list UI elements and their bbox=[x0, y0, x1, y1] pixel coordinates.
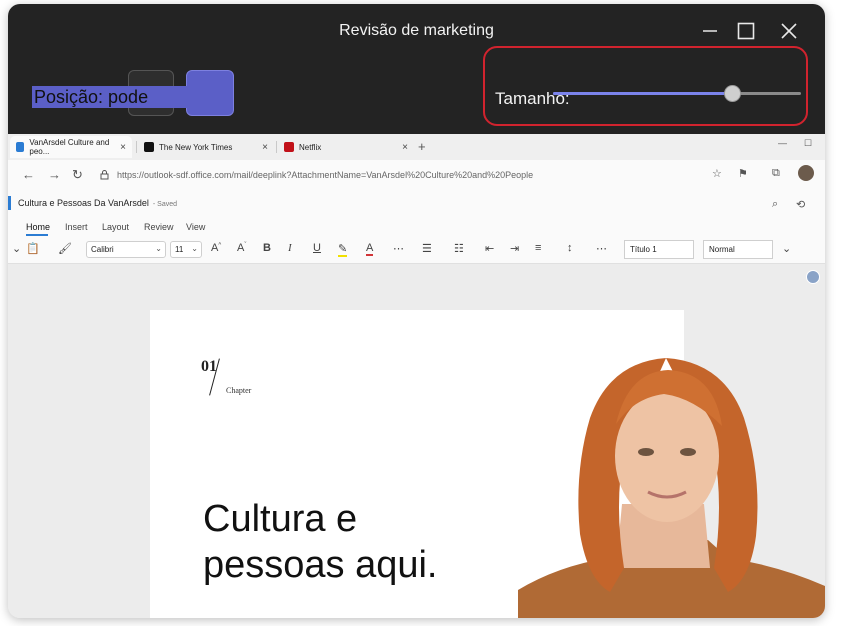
maximize-icon bbox=[737, 22, 755, 40]
tab-close-icon[interactable]: × bbox=[120, 142, 126, 153]
document-title[interactable]: Cultura e Pessoas Da VanArsdel - Saved bbox=[18, 198, 177, 208]
style-heading-1[interactable]: Título 1 bbox=[624, 240, 694, 259]
grow-font-icon[interactable]: A^ bbox=[211, 242, 221, 254]
browser-tab-strip: VanArsdel Culture and peo... × The New Y… bbox=[8, 134, 825, 160]
decrease-indent-icon[interactable]: ⇤ bbox=[485, 242, 494, 255]
font-size-select[interactable]: 11 ⌄ bbox=[170, 241, 202, 258]
tab-label: VanArsdel Culture and peo... bbox=[29, 138, 110, 156]
url-text: https://outlook-sdf.office.com/mail/deep… bbox=[117, 170, 534, 180]
forward-icon[interactable]: → bbox=[48, 167, 61, 182]
collections-icon[interactable]: ⧉ bbox=[772, 167, 780, 180]
undo-icon[interactable]: ⌄ bbox=[12, 242, 21, 255]
tab-label: The New York Times bbox=[159, 142, 233, 152]
headline: Cultura e pessoas aqui. bbox=[203, 496, 438, 588]
browser-minimize-icon[interactable]: — bbox=[778, 138, 787, 148]
browser-tab-netflix[interactable]: Netflix × bbox=[278, 136, 414, 158]
font-family-select[interactable]: Calibri ⌄ bbox=[86, 241, 166, 258]
close-button[interactable] bbox=[771, 16, 807, 46]
save-status: - Saved bbox=[152, 201, 178, 208]
more-options-icon[interactable]: ⋯ bbox=[596, 242, 607, 255]
headline-line-1: Cultura e bbox=[203, 498, 358, 540]
chapter-label: Chapter bbox=[226, 386, 252, 395]
browser-tab-nyt[interactable]: The New York Times × bbox=[138, 136, 274, 158]
tab-label: Netflix bbox=[299, 142, 322, 152]
nyt-logo-icon bbox=[144, 142, 154, 152]
bold-icon[interactable]: B bbox=[263, 242, 271, 254]
size-slider-thumb[interactable] bbox=[723, 85, 741, 102]
word-app-bar: Cultura e Pessoas Da VanArsdel - Saved ⌕ … bbox=[8, 190, 825, 218]
favorite-star-icon[interactable]: ☆ bbox=[712, 167, 722, 180]
maximize-button[interactable] bbox=[728, 16, 764, 46]
shared-browser-view: VanArsdel Culture and peo... × The New Y… bbox=[8, 134, 825, 618]
new-tab-button[interactable]: + bbox=[418, 139, 426, 154]
chevron-down-icon: ⌄ bbox=[155, 244, 162, 253]
tab-layout[interactable]: Layout bbox=[102, 222, 129, 232]
numbering-icon[interactable]: ☷ bbox=[454, 242, 464, 255]
paste-icon[interactable]: 📋 bbox=[26, 242, 40, 255]
format-painter-icon[interactable]: 🖌 bbox=[58, 242, 72, 255]
position-label: Posição: pode bbox=[32, 86, 232, 108]
refresh-icon[interactable]: ↻ bbox=[72, 167, 83, 183]
extensions-icon[interactable]: ⚑ bbox=[738, 167, 748, 180]
tab-home[interactable]: Home bbox=[26, 222, 50, 232]
profile-avatar[interactable] bbox=[798, 165, 814, 181]
minimize-icon bbox=[703, 30, 717, 32]
font-size-value: 11 bbox=[175, 245, 184, 254]
word-brand-marker bbox=[8, 196, 11, 210]
tab-view[interactable]: View bbox=[186, 222, 205, 232]
size-slider[interactable] bbox=[553, 85, 801, 102]
highlight-icon[interactable]: ✎ bbox=[338, 242, 348, 257]
bullets-icon[interactable]: ☰ bbox=[422, 242, 432, 255]
minimize-button[interactable] bbox=[692, 16, 728, 46]
document-title-text: Cultura e Pessoas Da VanArsdel bbox=[18, 198, 149, 208]
url-field[interactable]: https://outlook-sdf.office.com/mail/deep… bbox=[94, 165, 722, 185]
italic-icon[interactable]: I bbox=[288, 242, 292, 254]
back-icon[interactable]: ← bbox=[22, 167, 35, 182]
lock-icon bbox=[100, 170, 109, 180]
browser-tab-vanarsdel[interactable]: VanArsdel Culture and peo... × bbox=[10, 136, 132, 158]
browser-maximize-icon[interactable]: ☐ bbox=[804, 138, 812, 149]
search-icon[interactable]: ⌕ bbox=[772, 198, 778, 211]
styles-chevron-down-icon[interactable]: ⌄ bbox=[782, 242, 791, 255]
history-icon[interactable]: ⟲ bbox=[796, 198, 805, 211]
address-bar: ← → ↻ https://outlook-sdf.office.com/mai… bbox=[8, 160, 825, 190]
formatting-toolbar: ⌄ 📋 🖌 Calibri ⌄ 11 ⌄ A^ Aˇ B I U ✎ A ⋯ ☰ ☷… bbox=[8, 236, 825, 264]
size-slider-fill bbox=[553, 92, 732, 95]
style-normal[interactable]: Normal bbox=[703, 240, 773, 259]
title-bar: Revisão de marketing Posição: pode Taman… bbox=[8, 4, 825, 134]
ribbon-tab-strip: Home Insert Layout Review View bbox=[8, 218, 825, 236]
presenter-cutout bbox=[518, 358, 825, 618]
size-control-highlight bbox=[483, 46, 808, 126]
align-icon[interactable]: ≡ bbox=[535, 242, 541, 254]
tab-close-icon[interactable]: × bbox=[402, 142, 408, 153]
increase-indent-icon[interactable]: ⇥ bbox=[510, 242, 519, 255]
tab-close-icon[interactable]: × bbox=[262, 142, 268, 153]
app-window: Revisão de marketing Posição: pode Taman… bbox=[8, 4, 825, 618]
collaborator-avatar[interactable] bbox=[806, 270, 820, 284]
underline-icon[interactable]: U bbox=[313, 242, 321, 254]
tab-review[interactable]: Review bbox=[144, 222, 174, 232]
close-icon bbox=[781, 23, 797, 39]
headline-line-2: pessoas aqui. bbox=[203, 544, 438, 586]
word-doc-icon bbox=[16, 142, 25, 152]
line-spacing-icon[interactable]: ↕ bbox=[567, 242, 573, 254]
netflix-logo-icon bbox=[284, 142, 294, 152]
font-family-value: Calibri bbox=[91, 245, 114, 254]
more-options-icon[interactable]: ⋯ bbox=[393, 242, 404, 255]
font-color-icon[interactable]: A bbox=[366, 242, 374, 256]
shrink-font-icon[interactable]: Aˇ bbox=[237, 242, 246, 254]
tab-insert[interactable]: Insert bbox=[65, 222, 88, 232]
chevron-down-icon: ⌄ bbox=[191, 244, 198, 253]
